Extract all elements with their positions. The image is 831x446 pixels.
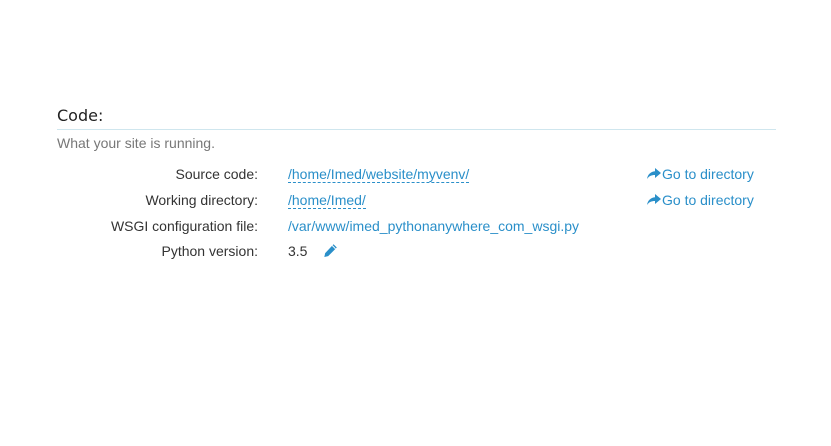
source-code-path-link[interactable]: /home/Imed/website/myvenv/: [288, 166, 470, 183]
python-version-label: Python version:: [161, 243, 259, 259]
code-section: Code: What your site is running. Source …: [57, 104, 776, 259]
working-directory-value-wrap: /home/Imed/: [288, 191, 366, 209]
pencil-icon: [324, 244, 338, 257]
wsgi-config-value-wrap: /var/www/imed_pythonanywhere_com_wsgi.py: [288, 217, 579, 235]
source-code-label: Source code:: [175, 166, 259, 182]
share-arrow-icon: [647, 168, 661, 179]
wsgi-config-row: WSGI configuration file: /var/www/imed_p…: [57, 217, 776, 237]
source-code-row: Source code: /home/Imed/website/myvenv/ …: [57, 165, 776, 185]
working-directory-label: Working directory:: [145, 192, 258, 208]
share-arrow-icon: [647, 194, 661, 205]
python-version-value: 3.5: [288, 243, 308, 259]
wsgi-config-label: WSGI configuration file:: [110, 218, 258, 234]
section-description: What your site is running.: [57, 135, 215, 151]
working-directory-go-to-directory-link[interactable]: Go to directory: [647, 191, 754, 209]
source-code-value-wrap: /home/Imed/website/myvenv/: [288, 165, 470, 183]
working-directory-row: Working directory: /home/Imed/ Go to dir…: [57, 191, 776, 211]
working-directory-path-link[interactable]: /home/Imed/: [288, 192, 366, 209]
go-to-directory-label: Go to directory: [662, 166, 754, 182]
wsgi-config-file-link[interactable]: /var/www/imed_pythonanywhere_com_wsgi.py: [288, 218, 579, 234]
section-title: Code:: [57, 106, 104, 125]
title-divider: [57, 129, 776, 130]
go-to-directory-label: Go to directory: [662, 192, 754, 208]
python-version-row: Python version: 3.5: [57, 242, 776, 262]
source-code-go-to-directory-link[interactable]: Go to directory: [647, 165, 754, 183]
python-version-value-wrap: 3.5: [288, 242, 338, 262]
edit-python-version-button[interactable]: [323, 243, 338, 262]
